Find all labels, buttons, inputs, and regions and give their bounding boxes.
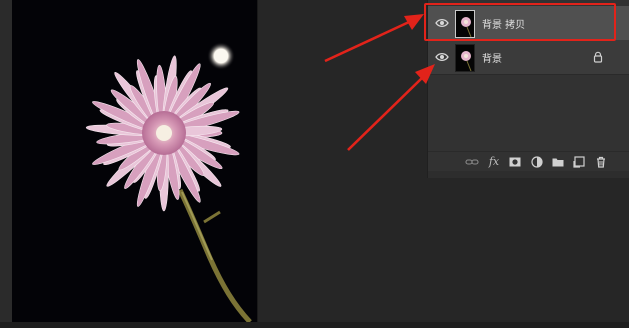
- annotation-arrow: [347, 64, 435, 151]
- annotation-arrow: [324, 14, 424, 63]
- annotation-arrows: [324, 14, 435, 151]
